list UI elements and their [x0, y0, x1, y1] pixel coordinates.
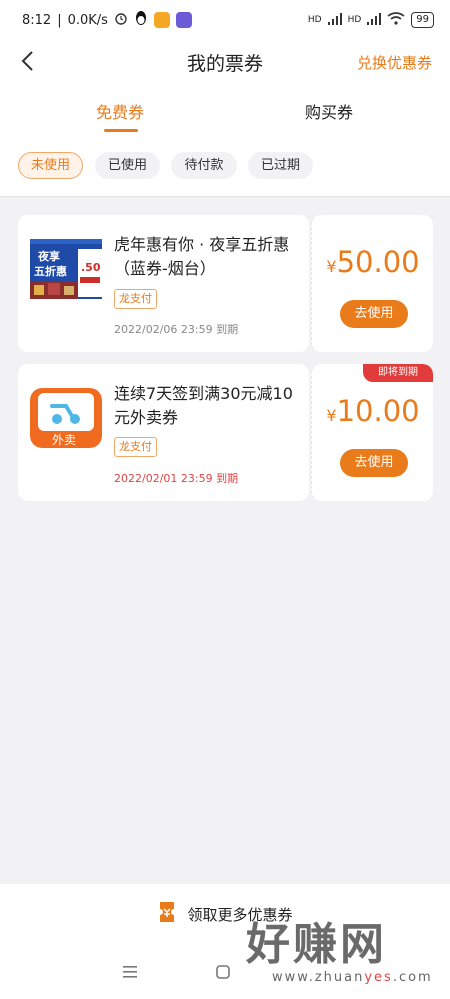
chevron-left-icon	[20, 50, 34, 76]
coupon-info: 外卖 连续7天签到满30元减10元外卖券 龙支付 2022/02/01 23:5…	[18, 364, 309, 501]
signal-icon	[367, 12, 382, 28]
signal-hd-label: HD	[347, 15, 362, 25]
status-bar: 8:12 | 0.0K/s HD HD 99	[0, 0, 450, 40]
back-button[interactable]	[12, 48, 42, 78]
filter-expired[interactable]: 已过期	[248, 152, 313, 179]
thumbnail-title: 夜享	[38, 250, 60, 263]
wifi-icon	[387, 12, 405, 28]
currency-symbol: ¥	[326, 257, 337, 276]
coupon-name: 连续7天签到满30元减10元外卖券	[114, 384, 293, 427]
active-tab-indicator	[104, 129, 138, 132]
watermark-url-prefix: www.zhuan	[272, 970, 365, 985]
page-title: 我的票券	[186, 53, 263, 75]
coupon-card[interactable]: 夜享 五折惠 .50 虎年惠有你 · 夜享五折惠（蓝券-烟台） 龙支付 2022…	[18, 215, 433, 352]
coupon-amount: ¥50.00	[312, 245, 433, 279]
amount-value: 50.00	[336, 245, 420, 279]
status-time: 8:12	[22, 12, 52, 28]
coupon-card[interactable]: 外卖 连续7天签到满30元减10元外卖券 龙支付 2022/02/01 23:5…	[18, 364, 433, 501]
divider: |	[57, 12, 62, 28]
coupon-thumbnail: 夜享 五折惠 .50	[30, 239, 102, 299]
qq-icon	[134, 10, 148, 30]
watermark-url-suffix: .com	[392, 970, 433, 985]
coupon-info: 夜享 五折惠 .50 虎年惠有你 · 夜享五折惠（蓝券-烟台） 龙支付 2022…	[18, 215, 309, 352]
thumbnail-value: .50	[81, 261, 101, 274]
watermark-url: www.zhuanyes.com	[272, 970, 433, 985]
expiry-date: 2022/02/01 23:59 到期	[114, 472, 239, 485]
alarm-icon	[114, 11, 128, 29]
signal-icon	[327, 12, 342, 28]
status-filters: 未使用 已使用 待付款 已过期	[0, 140, 450, 197]
filter-pending-payment[interactable]: 待付款	[171, 152, 237, 179]
use-coupon-button[interactable]: 去使用	[340, 449, 408, 477]
net-speed: 0.0K/s	[67, 12, 108, 28]
signal-hd-label: HD	[307, 15, 322, 25]
coupon-thumbnail: 外卖	[30, 388, 102, 448]
payment-tag: 龙支付	[114, 437, 157, 457]
thumbnail-label: 外卖	[52, 433, 77, 447]
tab-purchased[interactable]: 购买券	[305, 99, 353, 123]
home-icon[interactable]	[216, 964, 230, 983]
amount-value: 10.00	[336, 394, 420, 428]
app-notification-icon	[175, 12, 192, 28]
coupon-name: 虎年惠有你 · 夜享五折惠（蓝券-烟台）	[114, 235, 290, 278]
exchange-coupon-link[interactable]: 兑换优惠券	[357, 52, 432, 73]
coupon-value-panel: ¥50.00 去使用	[311, 215, 433, 352]
coupon-type-tabs: 免费券 购买券	[0, 85, 450, 140]
filter-unused[interactable]: 未使用	[18, 152, 83, 179]
payment-tag: 龙支付	[114, 289, 157, 309]
coupon-value-panel: 即将到期 ¥10.00 去使用	[311, 364, 433, 501]
use-coupon-button[interactable]: 去使用	[340, 300, 408, 328]
currency-symbol: ¥	[326, 406, 337, 425]
tab-free[interactable]: 免费券	[96, 99, 144, 123]
battery-indicator: 99	[411, 12, 434, 28]
watermark-title: 好赚网	[246, 919, 387, 970]
thumbnail-subtitle: 五折惠	[34, 265, 67, 278]
coupon-amount: ¥10.00	[312, 394, 433, 428]
expiring-soon-badge: 即将到期	[363, 364, 433, 382]
page-header: 我的票券 兑换优惠券	[0, 40, 450, 85]
menu-icon[interactable]	[122, 964, 138, 983]
watermark: 好赚网 www.zhuanyes.com	[246, 908, 436, 993]
app-notification-icon	[153, 12, 170, 28]
expiry-date: 2022/02/06 23:59 到期	[114, 323, 239, 336]
watermark-url-highlight: yes	[364, 970, 393, 985]
ticket-icon	[157, 901, 177, 927]
filter-used[interactable]: 已使用	[95, 152, 160, 179]
